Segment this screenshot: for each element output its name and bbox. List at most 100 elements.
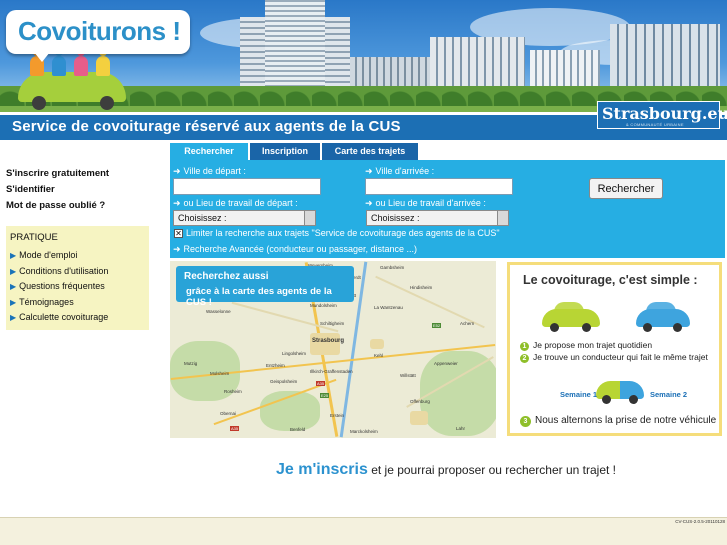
forgot-password-link[interactable]: Mot de passe oublié ?	[6, 200, 105, 211]
map-place-label: Wasselonne	[206, 309, 231, 314]
person-figure-icon	[74, 48, 88, 76]
arrow-right-icon: ▶	[10, 267, 17, 276]
motorway-badge: A35	[230, 426, 240, 431]
arrow-right-icon: ➜	[173, 244, 181, 254]
wheel-icon	[629, 395, 638, 404]
pratique-item-label: Mode d'emploi	[19, 250, 78, 260]
pratique-item-calculette[interactable]: ▶ Calculette covoiturage	[10, 312, 108, 322]
signup-cta-link[interactable]: Je m'inscris	[276, 461, 368, 478]
step-number-badge: 1	[520, 342, 529, 351]
lieu-depart-label: ➜ ou Lieu de travail de départ :	[173, 198, 298, 209]
arrow-right-icon: ➜	[365, 166, 373, 176]
signup-cta-text: et je pourrai proposer ou rechercher un …	[367, 463, 616, 477]
map-place-label: Lingolsheim	[282, 351, 307, 356]
town-kehl	[370, 339, 384, 349]
map-pin-icon[interactable]	[322, 393, 329, 403]
tab-rechercher[interactable]: Rechercher	[170, 143, 248, 160]
map-pin-icon[interactable]	[230, 339, 237, 349]
map-pin-icon[interactable]	[252, 317, 259, 327]
split-car-icon	[596, 381, 644, 404]
map-place-label: Lahr	[456, 426, 466, 431]
map-pin-icon[interactable]	[298, 331, 305, 341]
depart-label: ➜ Ville de départ :	[173, 166, 246, 177]
map-pin-icon[interactable]	[190, 401, 197, 411]
arrivee-label-text: Ville d'arrivée :	[375, 166, 435, 176]
wheel-icon	[550, 323, 559, 332]
pratique-title: PRATIQUE	[10, 232, 58, 243]
advanced-search-label: Recherche Avancée (conducteur ou passage…	[183, 244, 418, 254]
pratique-item-conditions[interactable]: ▶ Conditions d'utilisation	[10, 266, 108, 276]
tab-inscription[interactable]: Inscription	[250, 143, 320, 160]
map-place-label: Rosheim	[224, 389, 242, 394]
town-strasbourg	[310, 333, 340, 355]
blue-car-icon	[636, 302, 690, 332]
depart-city-input[interactable]	[173, 178, 321, 195]
wheel-icon	[673, 323, 682, 332]
motorway-badge: A35	[316, 381, 326, 386]
lieu-arrivee-label-text: ou Lieu de travail d'arrivée :	[375, 198, 486, 208]
strasbourg-logo[interactable]: Strasbourg.eu & COMMUNAUTÉ URBAINE	[597, 101, 727, 129]
version-label: CV-CUS-2.0.5-20110128	[675, 519, 725, 524]
advanced-search-link[interactable]: ➜ Recherche Avancée (conducteur ou passag…	[173, 244, 417, 255]
signup-link[interactable]: S'inscrire gratuitement	[6, 168, 109, 179]
map-callout-line2: grâce à la carte des agents de la CUS !	[186, 286, 332, 308]
lieu-arrivee-select-value: Choisissez :	[371, 213, 420, 223]
simple-step-1-text: Je propose mon trajet quotidien	[533, 340, 653, 350]
tab-carte-des-trajets[interactable]: Carte des trajets	[322, 143, 418, 160]
site-logo[interactable]: Covoiturons !	[6, 10, 190, 54]
map-place-label: Illkirch-Graffenstaden	[310, 369, 353, 374]
map-preview[interactable]: Weyersheim Hœrdt Gambsheim Hindisheim Mu…	[170, 261, 496, 438]
lieu-depart-select[interactable]: Choisissez :	[173, 210, 316, 226]
map-place-label: Erstein	[330, 413, 345, 418]
strasbourg-logo-text: Strasbourg.eu	[602, 104, 727, 123]
map-pin-icon[interactable]	[380, 317, 387, 327]
map-pin-icon[interactable]	[320, 357, 327, 367]
footer	[0, 517, 727, 545]
login-link[interactable]: S'identifier	[6, 184, 55, 195]
map-place-label: Mutzig	[184, 361, 198, 366]
map-pin-icon[interactable]	[400, 341, 407, 351]
pratique-item-temoignages[interactable]: ▶ Témoignages	[10, 297, 74, 307]
map-place-label: La Wantzenau	[374, 305, 403, 310]
limit-checkbox[interactable]: ✕	[174, 229, 183, 238]
person-figure-icon	[52, 48, 66, 76]
map-pin-icon[interactable]	[316, 421, 323, 431]
map-place-label: Willstätt	[400, 373, 416, 378]
pratique-item-mode-emploi[interactable]: ▶ Mode d'emploi	[10, 250, 77, 260]
map-place-label: Geispolsheim	[270, 379, 298, 384]
simple-step-2: 2 Je trouve un conducteur qui fait le mêm…	[520, 352, 708, 363]
map-place-label: Kehl	[374, 353, 384, 358]
header-banner: Service de covoiturage réservé aux agent…	[0, 0, 727, 140]
map-pin-icon[interactable]	[320, 371, 327, 381]
map-callout-line1: Recherchez aussi	[184, 271, 269, 282]
map-place-label: Schiltigheim	[320, 321, 345, 326]
wheel-icon	[100, 96, 114, 110]
arrivee-city-input[interactable]	[365, 178, 513, 195]
map-place-label: Hindisheim	[410, 285, 433, 290]
arrow-right-icon: ▶	[10, 251, 17, 260]
map-pin-icon[interactable]	[306, 345, 313, 355]
map-pin-icon[interactable]	[288, 411, 295, 421]
search-button[interactable]: Rechercher	[589, 178, 663, 199]
arrow-right-icon: ▶	[10, 313, 17, 322]
town-offenburg	[410, 411, 428, 425]
semaine-1-label: Semaine 1	[560, 390, 598, 399]
map-place-label: Benfeld	[290, 427, 306, 432]
arrivee-label: ➜ Ville d'arrivée :	[365, 166, 434, 177]
map-pin-icon[interactable]	[476, 307, 483, 317]
signup-cta[interactable]: Je m'inscris et je pourrai proposer ou r…	[276, 461, 616, 479]
map-place-label: Appenweier	[434, 361, 458, 366]
arrow-right-icon: ▶	[10, 282, 17, 291]
map-pin-icon[interactable]	[240, 311, 247, 321]
wheel-icon	[602, 395, 611, 404]
depart-label-text: Ville de départ :	[183, 166, 246, 176]
map-pin-icon[interactable]	[270, 361, 277, 371]
lieu-depart-label-text: ou Lieu de travail de départ :	[183, 198, 298, 208]
map-callout[interactable]: Recherchez aussi grâce à la carte des ag…	[176, 266, 354, 308]
pratique-item-faq[interactable]: ▶ Questions fréquentes	[10, 281, 105, 291]
step-number-badge: 2	[520, 354, 529, 363]
map-pin-icon[interactable]	[200, 391, 207, 401]
map-place-label: Achern	[460, 321, 475, 326]
dropdown-arrow-icon	[497, 211, 508, 225]
lieu-arrivee-select[interactable]: Choisissez :	[366, 210, 509, 226]
